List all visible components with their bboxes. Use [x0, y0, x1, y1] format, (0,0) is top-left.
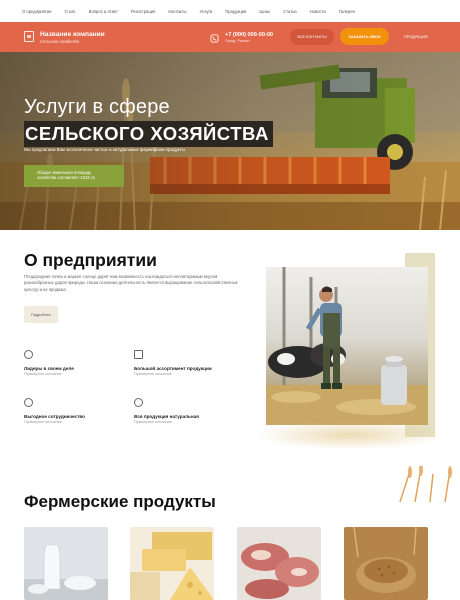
target-icon	[24, 350, 33, 359]
nav-item-services[interactable]: Услуги	[199, 9, 212, 14]
hero-title-line2: СЕЛЬСКОГО ХОЗЯЙСТВА	[24, 121, 273, 147]
nav-item-us[interactable]: О нас	[65, 9, 76, 14]
nav-item-contacts[interactable]: Контакты	[168, 9, 186, 14]
meat-image	[237, 527, 321, 600]
order-call-button[interactable]: ЗАКАЗАТЬ ЗВОН	[340, 28, 389, 45]
product-card-grain[interactable]	[344, 527, 428, 600]
nav-item-news[interactable]: Новости	[310, 9, 326, 14]
feature-desc: Примерное описание	[134, 372, 172, 376]
company-info[interactable]: Название компании Сельское хозяйство	[40, 31, 105, 44]
company-name: Название компании	[40, 31, 105, 38]
hero-title-line1: Услуги в сфере	[24, 96, 170, 118]
nav-item-articles[interactable]: Статьи	[283, 9, 297, 14]
feature-desc: Примерное описание	[134, 420, 172, 424]
feature-desc: Примерное описание	[24, 420, 62, 424]
hero-banner: Услуги в сфере СЕЛЬСКОГО ХОЗЯЙСТВА Мы пр…	[0, 52, 460, 230]
product-card-meat[interactable]	[237, 527, 321, 600]
box-icon	[134, 350, 143, 359]
phone-icon	[210, 34, 219, 43]
feature-desc: Примерное описание	[24, 372, 62, 376]
all-contacts-button[interactable]: ВСЕ КОНТАКТЫ	[290, 29, 334, 45]
grain-scatter	[255, 420, 445, 450]
cheese-image	[130, 527, 214, 600]
nav-item-faq[interactable]: Вопрос и ответ	[89, 9, 118, 14]
hero-subtitle: Мы предлагаем Вам экологически чистые и …	[24, 147, 185, 152]
company-subtitle: Сельское хозяйство	[40, 39, 80, 44]
grain-image	[344, 527, 428, 600]
city-label: Город, Регион	[225, 39, 250, 43]
nav-item-prices[interactable]: Цены	[259, 9, 270, 14]
farmer-cows-illustration	[266, 267, 428, 425]
feature-title: Лидеры в своем деле	[24, 366, 74, 371]
phone-number[interactable]: +7 (000) 000-00-00	[225, 32, 273, 38]
product-card-cheese[interactable]	[130, 527, 214, 600]
feature-title: Большой ассортимент продукции	[134, 366, 212, 371]
top-navigation: О предприятии О нас Вопрос и ответ Регис…	[0, 0, 460, 22]
products-title: Фермерские продукты	[24, 492, 216, 511]
nav-item-registration[interactable]: Регистрация	[131, 9, 155, 14]
wheat-decoration	[399, 466, 452, 502]
more-button[interactable]: Подробнее	[24, 306, 58, 323]
feature-title: Вся продукция натуральная	[134, 414, 199, 419]
products-link[interactable]: ПРОДУКЦИЯ	[404, 35, 428, 39]
dairy-image	[24, 527, 108, 600]
about-text: Плодородная почва и жаркое солнце дарят …	[24, 274, 238, 292]
product-card-dairy[interactable]	[24, 527, 108, 600]
site-header: Название компании Сельское хозяйство +7 …	[0, 22, 460, 52]
map-pin-icon	[24, 398, 33, 407]
phone-block: +7 (000) 000-00-00 Город, Регион	[225, 32, 273, 43]
about-title: О предприятии	[24, 250, 157, 270]
land-area-badge: Общая земельная площадь хозяйства состав…	[24, 165, 124, 187]
nav-item-gallery[interactable]: Галерея	[339, 9, 355, 14]
farmer-cows-photo	[266, 267, 428, 425]
nav-item-products[interactable]: Продукция	[225, 9, 246, 14]
nav-item-about[interactable]: О предприятии	[22, 9, 52, 14]
eco-icon	[134, 398, 143, 407]
logo-icon[interactable]	[24, 31, 34, 42]
feature-title: Выгодное сотрудничество	[24, 414, 85, 419]
